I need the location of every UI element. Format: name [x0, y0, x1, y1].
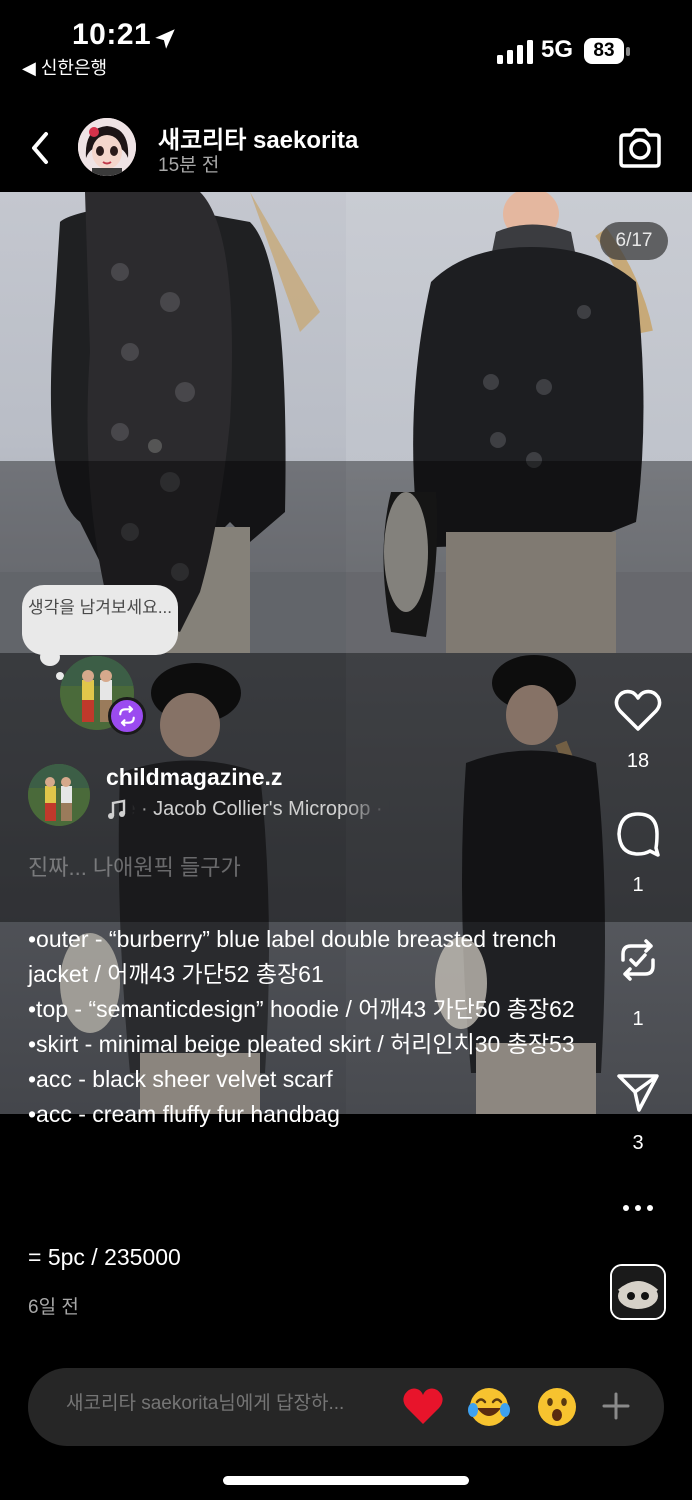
caption-line: •acc - black sheer velvet scarf	[28, 1066, 333, 1092]
reply-input[interactable]	[66, 1393, 366, 1415]
status-time: 10:21	[72, 18, 152, 51]
laughing-tears-reaction-icon[interactable]	[466, 1384, 512, 1430]
kids-photo-icon	[28, 764, 90, 826]
back-to-app-link[interactable]: ◀ 신한은행	[22, 54, 107, 80]
heart-reaction-icon[interactable]	[400, 1384, 446, 1430]
music-track-marquee[interactable]: Baby Hotline · Jacob Collier's Micropop …	[132, 798, 390, 824]
post-author-name[interactable]: childmagazine.z	[106, 764, 282, 791]
surprised-reaction-icon[interactable]	[534, 1384, 580, 1430]
avatar[interactable]	[78, 118, 136, 176]
audio-cover-art-icon	[612, 1266, 664, 1318]
like-button-heart-icon[interactable]	[612, 684, 664, 736]
like-count: 18	[626, 750, 650, 772]
location-arrow-icon	[155, 29, 175, 49]
caption-intro: 진짜... 나애원픽 들구가	[28, 855, 241, 880]
post-caption: •outer - “burberry” blue label double br…	[28, 922, 588, 1132]
battery-icon: 83	[584, 38, 630, 64]
audio-track-button[interactable]	[610, 1264, 666, 1320]
home-indicator[interactable]	[223, 1476, 469, 1485]
comment-button-bubble-icon[interactable]	[612, 808, 664, 860]
repost-count: 1	[632, 1008, 644, 1030]
cellular-signal-icon	[497, 40, 533, 64]
comment-count: 1	[632, 874, 644, 896]
back-button[interactable]	[24, 128, 58, 168]
music-note-icon	[108, 799, 126, 819]
repost-button-icon[interactable]	[612, 934, 664, 986]
caption-line: •top - “semanticdesign” hoodie / 어깨43 가단…	[28, 996, 575, 1022]
post-age: 6일 전	[28, 1297, 79, 1318]
add-reaction-plus-icon[interactable]	[600, 1390, 632, 1422]
camera-button[interactable]	[616, 126, 664, 170]
caption-line: •skirt - minimal beige pleated skirt / 허…	[28, 1031, 575, 1057]
share-count: 3	[632, 1132, 644, 1154]
caption-line: •outer - “burberry” blue label double br…	[28, 926, 557, 987]
thought-bubble[interactable]: 생각을 남겨보세요...	[22, 585, 178, 655]
music-track-title: Baby Hotline · Jacob Collier's Micropop …	[132, 798, 390, 820]
post-time: 15분 전	[158, 155, 220, 176]
share-button-paperplane-icon[interactable]	[612, 1066, 664, 1118]
caption-line: •acc - cream fluffy fur handbag	[28, 1101, 340, 1127]
author-avatar[interactable]	[28, 764, 90, 826]
repost-badge-icon	[108, 697, 146, 735]
doll-avatar-icon	[78, 118, 136, 176]
price-line: = 5pc / 235000	[28, 1244, 181, 1270]
media-counter: 6/17	[600, 222, 668, 260]
thought-bubble-tail	[40, 648, 60, 666]
battery-level: 83	[593, 40, 615, 61]
network-type: 5G	[541, 36, 574, 63]
more-options-icon[interactable]	[618, 1196, 658, 1220]
